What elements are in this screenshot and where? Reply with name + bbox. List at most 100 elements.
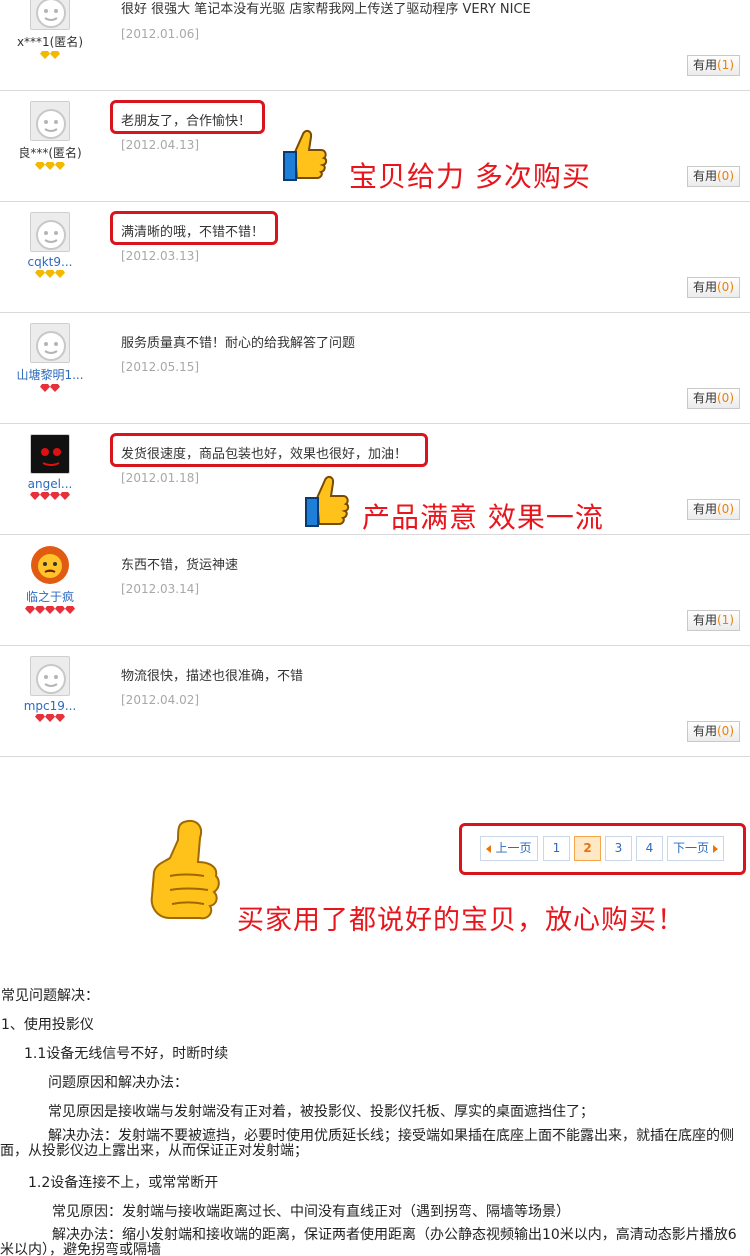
- heart-icon: [40, 492, 50, 500]
- avatar[interactable]: [30, 656, 70, 696]
- review-username[interactable]: 临之于疯: [0, 588, 100, 605]
- review-row: 临之于疯 东西不错，货运神速 [2012.03.14] 有用(1): [0, 535, 750, 646]
- avatar[interactable]: [30, 323, 70, 363]
- diamond-icon: [50, 51, 60, 59]
- heart-icon: [50, 492, 60, 500]
- faq-item-1-1: 1.1设备无线信号不好，时断时续: [24, 1046, 229, 1062]
- review-list: x***1(匿名) 很好 很强大 笔记本没有光驱 店家帮我网上传送了驱动程序 VE…: [0, 0, 750, 757]
- diamond-icon: [45, 162, 55, 170]
- review-username: x***1(匿名): [16, 35, 84, 49]
- review-comment: 物流很快，描述也很准确，不错: [121, 669, 304, 684]
- next-page-button[interactable]: 下一页: [667, 836, 724, 861]
- useful-label: 有用: [692, 724, 717, 738]
- promo-text-1: 宝贝给力 多次购买: [349, 160, 591, 193]
- avatar[interactable]: [30, 545, 70, 585]
- useful-label: 有用: [692, 280, 717, 294]
- credit-badges: [0, 492, 100, 505]
- review-row: mpc19... 物流很快，描述也很准确，不错 [2012.04.02] 有用(0): [0, 646, 750, 757]
- review-date: [2012.03.13]: [121, 249, 200, 263]
- review-date: [2012.05.15]: [121, 360, 200, 374]
- review-user: angel...: [0, 434, 100, 505]
- review-user: 山塘黎明1...: [0, 323, 100, 397]
- diamond-icon: [35, 162, 45, 170]
- heart-icon: [55, 606, 65, 614]
- avatar[interactable]: [30, 212, 70, 252]
- heart-icon: [30, 492, 40, 500]
- heart-icon: [65, 606, 75, 614]
- heart-icon: [55, 714, 65, 722]
- useful-count: (1): [717, 58, 734, 72]
- faq-solution-1-1: 解决办法：发射端不要被遮挡，必要时使用优质延长线；接受端如果插在底座上面不能露出…: [0, 1128, 734, 1159]
- review-row: 山塘黎明1... 服务质量真不错！耐心的给我解答了问题 [2012.05.15] 有用…: [0, 313, 750, 424]
- review-row: x***1(匿名) 很好 很强大 笔记本没有光驱 店家帮我网上传送了驱动程序 VE…: [0, 0, 750, 91]
- diamond-icon: [55, 162, 65, 170]
- review-user: 良***(匿名): [0, 101, 100, 175]
- diamond-icon: [55, 270, 65, 278]
- useful-button[interactable]: 有用(0): [686, 277, 740, 298]
- heart-icon: [60, 492, 70, 500]
- useful-label: 有用: [692, 391, 717, 405]
- useful-button[interactable]: 有用(0): [686, 499, 740, 520]
- useful-button[interactable]: 有用(0): [686, 721, 740, 742]
- review-username[interactable]: angel...: [0, 477, 100, 491]
- comment-highlight: [110, 100, 265, 134]
- heart-icon: [35, 606, 45, 614]
- heart-icon: [40, 384, 50, 392]
- page-3-link[interactable]: 3: [605, 836, 632, 861]
- useful-button[interactable]: 有用(1): [686, 55, 740, 76]
- promo-text-3: 买家用了都说好的宝贝，放心购买！: [237, 905, 685, 936]
- page-4-link[interactable]: 4: [636, 836, 663, 861]
- useful-button[interactable]: 有用(0): [686, 388, 740, 409]
- review-user: mpc19...: [0, 656, 100, 727]
- promo-text-2: 产品满意 效果一流: [362, 501, 604, 534]
- review-date: [2012.01.18]: [121, 471, 200, 485]
- useful-count: (0): [717, 724, 734, 738]
- review-username[interactable]: mpc19...: [0, 699, 100, 713]
- useful-count: (0): [717, 391, 734, 405]
- comment-highlight: [110, 211, 278, 245]
- review-date: [2012.03.14]: [121, 582, 200, 596]
- credit-badges: [0, 270, 100, 283]
- diamond-icon: [45, 270, 55, 278]
- faq-cause-label: 问题原因和解决办法：: [48, 1075, 188, 1091]
- review-user: cqkt9...: [0, 212, 100, 283]
- review-user: x***1(匿名): [0, 0, 100, 64]
- prev-page-button[interactable]: 上一页: [480, 836, 538, 861]
- avatar[interactable]: [30, 0, 70, 30]
- useful-count: (0): [717, 169, 734, 183]
- useful-label: 有用: [692, 58, 717, 72]
- credit-badges: [0, 606, 100, 619]
- avatar[interactable]: [30, 434, 70, 474]
- page-1-link[interactable]: 1: [543, 836, 570, 861]
- credit-badges: [0, 714, 100, 727]
- useful-label: 有用: [692, 502, 717, 516]
- credit-badges: [0, 384, 100, 397]
- diamond-icon: [40, 51, 50, 59]
- review-username[interactable]: 山塘黎明1...: [0, 366, 100, 383]
- heart-icon: [45, 714, 55, 722]
- chevron-right-icon: [713, 844, 718, 853]
- review-username[interactable]: cqkt9...: [0, 255, 100, 269]
- heart-icon: [45, 606, 55, 614]
- avatar[interactable]: [30, 101, 70, 141]
- chevron-left-icon: [486, 844, 492, 853]
- review-user: 临之于疯: [0, 545, 100, 619]
- page-2-current: 2: [574, 836, 601, 861]
- useful-button[interactable]: 有用(1): [686, 610, 740, 631]
- useful-count: (0): [717, 280, 734, 294]
- review-username: 良***(匿名): [18, 146, 82, 160]
- credit-badges: [0, 162, 100, 175]
- thumbs-up-icon: [305, 475, 350, 527]
- thumbs-up-icon: [283, 129, 328, 181]
- heart-icon: [25, 606, 35, 614]
- useful-button[interactable]: 有用(0): [686, 166, 740, 187]
- credit-badges: [0, 51, 100, 64]
- faq-section-1: 1、使用投影仪: [1, 1017, 94, 1033]
- diamond-icon: [35, 270, 45, 278]
- thumbs-up-icon: [150, 820, 220, 920]
- useful-label: 有用: [692, 169, 717, 183]
- faq-solution-1-2: 解决办法：缩小发射端和接收端的距离，保证两者使用距离（办公静态视频输出10米以内…: [0, 1227, 737, 1256]
- heart-icon: [50, 384, 60, 392]
- heart-icon: [35, 714, 45, 722]
- review-comment: 服务质量真不错！耐心的给我解答了问题: [121, 336, 356, 351]
